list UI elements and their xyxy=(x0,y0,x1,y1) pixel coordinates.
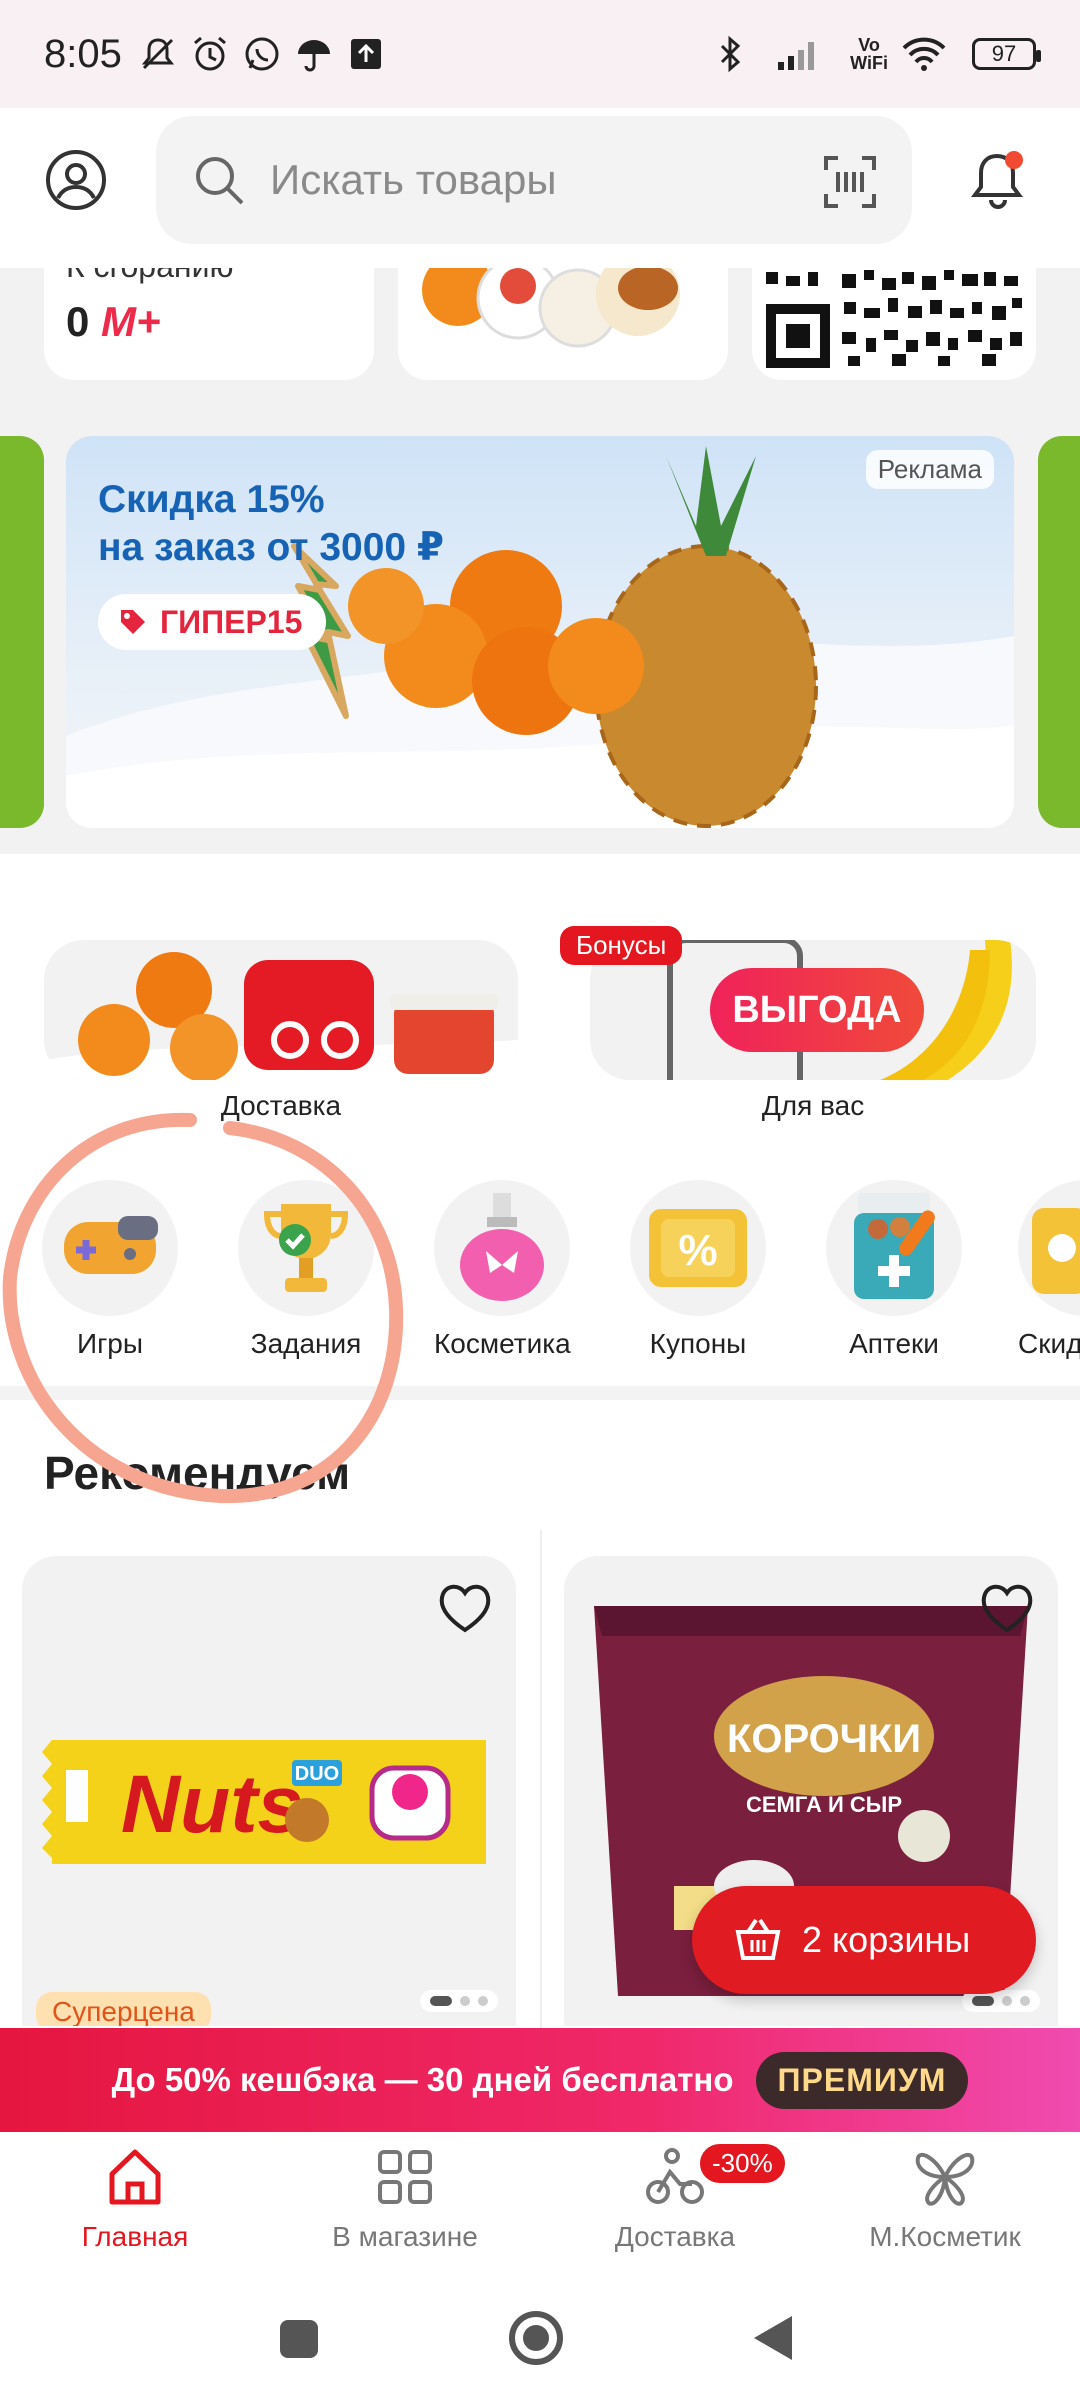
premium-text: До 50% кешбэка — 30 дней бесплатно xyxy=(111,2061,734,2098)
search-placeholder: Искать товары xyxy=(270,156,557,203)
bluetooth-icon xyxy=(721,35,741,73)
nav-m-cosmetic[interactable]: М.Косметик xyxy=(810,2144,1080,2253)
search-icon xyxy=(196,157,244,205)
section-divider xyxy=(0,1386,1080,1400)
burn-label: К сгоранию xyxy=(66,268,233,285)
perfume-icon xyxy=(460,1193,544,1301)
vygoda-button[interactable]: ВЫГОДА xyxy=(710,968,924,1052)
recommend-title: Рекомендуем xyxy=(44,1447,351,1499)
grid-icon xyxy=(378,2150,432,2204)
tag-icon xyxy=(121,610,145,634)
umbrella-icon xyxy=(297,40,330,72)
basket-button[interactable]: 2 корзины xyxy=(692,1886,1036,1994)
system-navigation-bar xyxy=(0,2282,1080,2400)
food-card[interactable] xyxy=(398,268,728,380)
svg-text:СЕМГА И СЫР: СЕМГА И СЫР xyxy=(746,1792,902,1817)
ad-label: Реклама xyxy=(865,450,994,489)
category-row: Игры Задания Косметика % Купоны Аптеки С… xyxy=(0,1180,1080,1380)
svg-text:Nuts: Nuts xyxy=(121,1759,303,1850)
category-cosmetics[interactable]: Косметика xyxy=(434,1180,571,1360)
product-card[interactable]: Nuts DUO Суперцена xyxy=(22,1556,516,2026)
butterfly-icon xyxy=(915,2152,975,2206)
favorite-heart-icon[interactable] xyxy=(978,1580,1036,1634)
recents-button-icon[interactable] xyxy=(278,2318,320,2360)
alarm-icon xyxy=(193,36,226,71)
promo-banner[interactable]: Скидка 15% на заказ от 3000 ₽ ГИПЕР15 Ре… xyxy=(66,436,1014,828)
premium-button[interactable]: ПРЕМИУМ xyxy=(755,2051,969,2109)
food-image xyxy=(422,268,680,348)
app-header: Искать товары xyxy=(0,108,1080,268)
signal-icon xyxy=(778,42,815,70)
category-discounts[interactable]: Скид xyxy=(1018,1180,1080,1360)
prev-banner-peek[interactable] xyxy=(0,436,44,828)
home-icon xyxy=(109,2149,161,2205)
bottom-navigation: Главная В магазине Доставка -30% М.Косме… xyxy=(0,2132,1080,2282)
promo-code-chip[interactable]: ГИПЕР15 xyxy=(98,594,327,650)
delivery-illustration xyxy=(44,952,518,1080)
gamepad-icon xyxy=(64,1216,158,1274)
basket-icon xyxy=(735,1918,781,1960)
bonus-badge: Бонусы xyxy=(560,926,683,965)
mute-icon xyxy=(141,38,174,70)
discount-badge: -30% xyxy=(700,2144,785,2183)
supercena-badge: Суперцена xyxy=(36,1992,211,2026)
pharmacy-icon xyxy=(854,1193,935,1299)
nav-home[interactable]: Главная xyxy=(0,2144,270,2253)
category-games[interactable]: Игры xyxy=(42,1180,178,1360)
profile-icon[interactable] xyxy=(44,148,108,212)
svg-text:%: % xyxy=(678,1226,717,1275)
upload-icon xyxy=(350,39,381,69)
qr-code-icon xyxy=(764,268,1028,368)
svg-text:DUO: DUO xyxy=(295,1763,339,1785)
premium-banner[interactable]: До 50% кешбэка — 30 дней бесплатно ПРЕМИ… xyxy=(0,2028,1080,2132)
category-coupons[interactable]: % Купоны xyxy=(630,1180,766,1360)
svg-text:КОРОЧКИ: КОРОЧКИ xyxy=(727,1717,921,1761)
home-button-icon[interactable] xyxy=(508,2310,564,2366)
top-cards-row: К сгоранию 0 М+ xyxy=(0,268,1080,410)
wifi-icon xyxy=(902,37,946,71)
promo-banner-carousel: Скидка 15% на заказ от 3000 ₽ ГИПЕР15 Ре… xyxy=(0,410,1080,854)
back-button-icon[interactable] xyxy=(752,2314,794,2362)
delivery-tile[interactable] xyxy=(44,940,518,1080)
image-pager-dots xyxy=(420,1990,498,2012)
search-input[interactable]: Искать товары xyxy=(156,116,912,244)
vowifi-indicator: Vo WiFi xyxy=(850,35,888,73)
category-pharmacy[interactable]: Аптеки xyxy=(826,1180,962,1360)
banner-title: Скидка 15% на заказ от 3000 ₽ xyxy=(98,478,445,569)
column-divider xyxy=(540,1530,542,2030)
next-banner-peek[interactable] xyxy=(1038,436,1080,828)
scan-icon[interactable] xyxy=(824,156,876,208)
bonus-burn-card[interactable]: К сгоранию 0 М+ xyxy=(44,268,374,380)
battery-indicator: 97 xyxy=(972,38,1041,70)
whatsapp-icon xyxy=(245,37,279,71)
nav-delivery[interactable]: Доставка -30% xyxy=(540,2144,810,2253)
notifications-bell-icon[interactable] xyxy=(970,148,1028,212)
coupon-icon: % xyxy=(649,1209,747,1287)
burn-value: 0 М+ xyxy=(66,298,161,345)
favorite-heart-icon[interactable] xyxy=(436,1580,494,1634)
courier-bike-icon xyxy=(646,2148,704,2204)
delivery-label: Доставка xyxy=(220,1090,342,1121)
nav-in-store[interactable]: В магазине xyxy=(270,2144,540,2253)
trophy-icon xyxy=(263,1204,349,1292)
discount-tag-icon xyxy=(1032,1208,1080,1294)
basket-label: 2 корзины xyxy=(802,1919,971,1960)
for-you-label: Для вас xyxy=(761,1090,865,1121)
status-time: 8:05 xyxy=(44,31,122,76)
status-bar: 8:05 Vo WiFi 97 xyxy=(0,0,1080,108)
qr-code-card[interactable] xyxy=(752,268,1036,380)
category-tasks[interactable]: Задания xyxy=(238,1180,374,1360)
